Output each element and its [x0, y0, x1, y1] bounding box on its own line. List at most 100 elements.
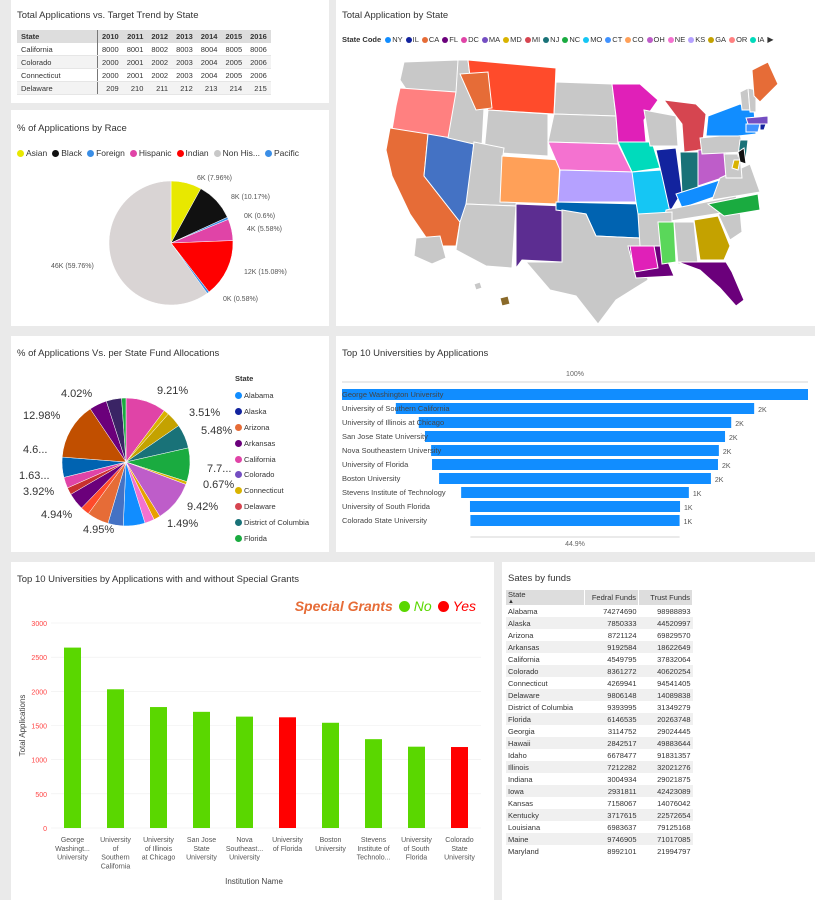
grant-bar[interactable]: [107, 689, 124, 828]
grant-bar[interactable]: [322, 722, 339, 828]
fund-legend-item[interactable]: Alabama: [235, 388, 309, 404]
funds-cell: 6146535: [584, 713, 639, 725]
funnel-bar[interactable]: [431, 445, 719, 456]
funds-cell: 42423089: [638, 785, 693, 797]
trend-table[interactable]: State 2010 2011 2012 2013 2014 2015 2016 Califo…: [17, 30, 271, 95]
funds-cell: 9393995: [607, 702, 637, 712]
trend-cell: 8000: [97, 43, 123, 56]
fund-legend-label: Alabama: [244, 391, 274, 401]
funds-col-header[interactable]: Trust Funds: [638, 590, 693, 605]
funds-title: Sates by funds: [508, 573, 571, 584]
fund-alloc-pie-chart[interactable]: 9.21%3.51% 5.48% 7.7... 0.67% 9.42% 1.49% 4.95…: [11, 336, 241, 552]
funnel-bar[interactable]: [418, 417, 732, 428]
state-fl: [677, 261, 745, 307]
x-tick-label: Stevens: [361, 837, 387, 844]
funds-row: Colorado 8361272 40620254: [506, 665, 693, 677]
funnel-bar[interactable]: [424, 431, 726, 442]
x-tick-label: of South: [403, 846, 429, 853]
trend-cell: 2004: [196, 55, 222, 69]
x-tick-label: Colorado: [445, 837, 474, 844]
fund-legend-item[interactable]: Colorado: [235, 467, 309, 483]
us-map[interactable]: [336, 0, 815, 326]
funds-cell: 29024445: [657, 726, 691, 736]
top10-funnel-chart[interactable]: 100% George Washington University Universi…: [336, 336, 815, 552]
funds-cell: 14076042: [657, 798, 691, 808]
fund-legend-label: Alaska: [244, 407, 267, 417]
funds-row: California 4549795 37832064: [506, 653, 693, 665]
fund-data-label: 4.02%: [61, 388, 92, 400]
top10-panel: Top 10 Universities by Applications 100%…: [336, 336, 815, 552]
grant-bar[interactable]: [193, 711, 210, 828]
funds-row: Hawaii 2842517 49883644: [506, 737, 693, 749]
funds-cell: Idaho: [508, 750, 527, 760]
race-data-label: 0K (0.6%): [244, 213, 275, 220]
grant-bar[interactable]: [236, 716, 253, 828]
trend-col-header[interactable]: 2012: [147, 30, 173, 43]
fund-legend-item[interactable]: Florida: [235, 530, 309, 546]
funds-cell: Maryland: [508, 846, 539, 856]
fund-legend-item[interactable]: Arkansas: [235, 435, 309, 451]
fund-legend-label: Florida: [244, 533, 267, 543]
state-ct: [745, 123, 761, 133]
trend-cell: 8003: [172, 43, 197, 56]
funnel-bar[interactable]: [470, 515, 680, 526]
funnel-bar[interactable]: [469, 501, 681, 512]
funds-col-header[interactable]: Fedral Funds: [584, 590, 639, 605]
funds-col-header[interactable]: State ▲: [506, 590, 585, 605]
trend-col-header[interactable]: State: [17, 30, 98, 43]
state-ak: [413, 235, 447, 265]
trend-col-header[interactable]: 2014: [196, 30, 222, 43]
x-tick-label: George: [61, 837, 84, 844]
funnel-data-label: 1K: [684, 505, 693, 512]
trend-col-header[interactable]: 2013: [172, 30, 197, 43]
trend-title: Total Applications vs. Target Trend by S…: [17, 10, 199, 21]
funds-cell: 9192584: [584, 641, 639, 653]
x-tick-label: University: [272, 837, 303, 844]
x-tick-label: Nova: [236, 837, 252, 844]
grant-bar[interactable]: [408, 746, 425, 828]
fund-data-label: 12.98%: [23, 410, 61, 422]
funnel-bar[interactable]: [439, 473, 711, 484]
y-tick-label: 1500: [31, 724, 47, 731]
fund-legend-item[interactable]: California: [235, 451, 309, 467]
funnel-bar[interactable]: [461, 487, 689, 498]
grant-bar[interactable]: [64, 647, 81, 828]
funds-cell: 14089838: [638, 689, 693, 701]
grant-bar[interactable]: [451, 747, 468, 828]
funds-cell: 2931811: [584, 785, 639, 797]
grant-bar[interactable]: [279, 717, 296, 828]
trend-col-header[interactable]: 2011: [122, 30, 148, 43]
x-tick-label: State: [451, 846, 467, 853]
race-pie-chart[interactable]: 6K (7.96%) 8K (10.17%) 0K (0.6%) 4K (5.58%)…: [11, 110, 329, 326]
trend-cell: 2003: [172, 55, 197, 69]
fund-legend-item[interactable]: Delaware: [235, 499, 309, 515]
trend-col-header[interactable]: 2010: [97, 30, 123, 43]
funnel-bar[interactable]: [432, 459, 718, 470]
funds-table[interactable]: State ▲ Fedral Funds Trust Funds Alabama 742…: [506, 590, 693, 857]
fund-legend-item[interactable]: District of Columbia: [235, 514, 309, 530]
grant-bar[interactable]: [365, 739, 382, 828]
fund-legend-item[interactable]: Arizona: [235, 420, 309, 436]
trend-col-header[interactable]: 2016: [246, 30, 271, 43]
map-panel: Total Application by State State Code NY…: [336, 0, 815, 326]
fund-data-label: 4.94%: [41, 509, 72, 521]
fund-legend-label: Colorado: [244, 470, 275, 480]
funds-cell: 8361272: [584, 665, 639, 677]
fund-legend-item[interactable]: Connecticut: [235, 483, 309, 499]
grants-panel: Top 10 Universities by Applications with…: [11, 562, 494, 900]
fund-alloc-legend[interactable]: State Alabama Alaska Arizona Arkansas Califo…: [235, 374, 309, 546]
state-wa: [399, 59, 461, 93]
grant-bar[interactable]: [150, 707, 167, 828]
trend-cell: 2003: [172, 68, 197, 82]
race-data-label: 0K (0.58%): [223, 296, 258, 303]
grants-bar-chart[interactable]: 0 500 1000 1500 2000 2500 3000 George Washingt..…: [11, 562, 494, 900]
funds-row: District of Columbia 9393995 31349279: [506, 701, 693, 713]
funds-cell: 8992101: [607, 846, 637, 856]
fund-legend-item[interactable]: Alaska: [235, 404, 309, 420]
trend-col-header[interactable]: 2015: [221, 30, 247, 43]
funnel-category-label: University of Southern California: [342, 404, 450, 413]
fund-data-label: 9.21%: [157, 385, 188, 397]
funds-cell: 21994797: [657, 846, 691, 856]
funds-cell: 9746905: [584, 833, 639, 845]
funnel-bar[interactable]: [395, 403, 755, 414]
